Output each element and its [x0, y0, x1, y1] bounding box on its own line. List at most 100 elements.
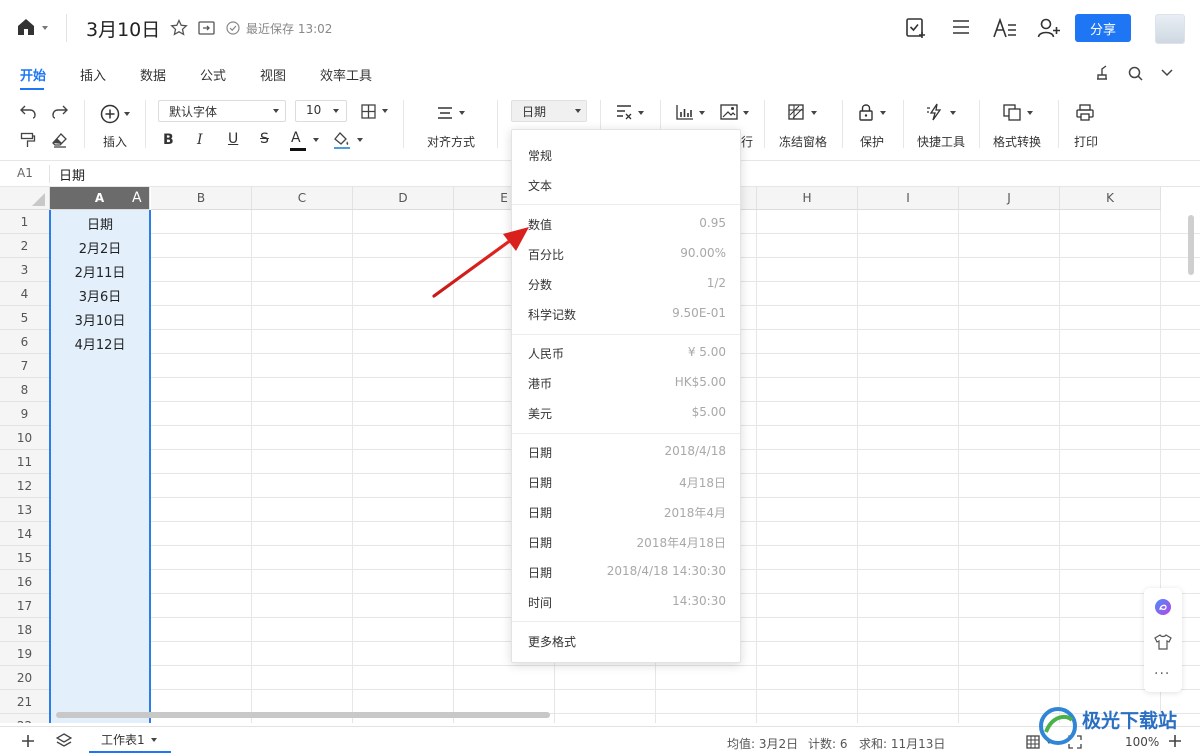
bold-icon[interactable]: B [163, 132, 174, 148]
chart-icon[interactable] [676, 104, 694, 120]
column-header-h[interactable]: H [757, 187, 858, 210]
font-name-caret-icon[interactable] [273, 109, 279, 113]
row-header-21[interactable]: 21 [0, 690, 50, 714]
chevron-down-icon[interactable] [1161, 69, 1173, 77]
row-header-16[interactable]: 16 [0, 570, 50, 594]
row-header-18[interactable]: 18 [0, 618, 50, 642]
font-size-select[interactable]: 10 [295, 100, 347, 122]
tab-efficiency-tools[interactable]: 效率工具 [320, 65, 372, 84]
border-icon[interactable] [361, 104, 376, 119]
quick-tools-caret-icon[interactable] [950, 111, 956, 115]
redo-icon[interactable] [52, 105, 68, 119]
ai-assistant-icon[interactable] [1154, 598, 1172, 616]
font-color-caret-icon[interactable] [313, 138, 319, 142]
row-header-4[interactable]: 4 [0, 282, 50, 306]
row-header-5[interactable]: 5 [0, 306, 50, 330]
menu-item-time[interactable]: 时间 14:30:30 [512, 587, 740, 617]
search-icon[interactable] [1128, 66, 1143, 81]
cell-a6[interactable]: 4月12日 [50, 334, 150, 353]
align-label[interactable]: 对齐方式 [427, 133, 475, 150]
tab-view[interactable]: 视图 [260, 65, 286, 84]
strikethrough-icon[interactable]: S [260, 131, 269, 147]
fill-color-caret-icon[interactable] [357, 138, 363, 142]
format-convert-icon[interactable] [1003, 104, 1021, 121]
column-header-d[interactable]: D [353, 187, 454, 210]
freeze-panes-caret-icon[interactable] [811, 111, 817, 115]
layers-icon[interactable] [56, 733, 72, 749]
more-options-icon[interactable]: ··· [1154, 666, 1170, 682]
row-header-22[interactable]: 22 [0, 714, 50, 723]
row-header-8[interactable]: 8 [0, 378, 50, 402]
format-convert-caret-icon[interactable] [1027, 111, 1033, 115]
menu-item-percent[interactable]: 百分比 90.00% [512, 239, 740, 269]
home-icon[interactable] [16, 17, 36, 37]
row-header-11[interactable]: 11 [0, 450, 50, 474]
add-sheet-icon[interactable] [21, 734, 35, 748]
chart-caret-icon[interactable] [699, 111, 705, 115]
insert-caret-icon[interactable] [124, 112, 130, 116]
column-header-b[interactable]: B [151, 187, 252, 210]
column-header-c[interactable]: C [252, 187, 353, 210]
format-convert-label[interactable]: 格式转换 [993, 133, 1041, 150]
print-label[interactable]: 打印 [1074, 133, 1098, 150]
lightning-icon[interactable] [926, 103, 944, 121]
conditional-format-icon[interactable] [616, 104, 632, 120]
task-check-icon[interactable] [905, 17, 927, 39]
menu-item-usd[interactable]: 美元 $5.00 [512, 398, 740, 428]
move-to-folder-icon[interactable] [198, 20, 215, 36]
protect-caret-icon[interactable] [880, 111, 886, 115]
select-all-corner[interactable] [0, 187, 50, 210]
align-caret-icon[interactable] [459, 111, 465, 115]
home-menu-caret-icon[interactable] [42, 26, 48, 30]
image-icon[interactable] [720, 104, 738, 120]
vertical-scrollbar[interactable] [1188, 215, 1194, 275]
menu-item-text[interactable]: 文本 [512, 170, 740, 200]
freeze-panes-label[interactable]: 冻结窗格 [779, 133, 827, 150]
format-painter-icon[interactable] [20, 132, 36, 148]
cell-reference[interactable]: A1 [17, 166, 33, 180]
font-name-select[interactable]: 默认字体 [158, 100, 286, 122]
row-header-12[interactable]: 12 [0, 474, 50, 498]
menu-item-datetime[interactable]: 日期 2018/4/18 14:30:30 [512, 557, 740, 587]
row-header-9[interactable]: 9 [0, 402, 50, 426]
row-header-17[interactable]: 17 [0, 594, 50, 618]
row-header-6[interactable]: 6 [0, 330, 50, 354]
menu-item-date-3[interactable]: 日期 2018年4月 [512, 497, 740, 527]
row-header-19[interactable]: 19 [0, 642, 50, 666]
column-header-k[interactable]: K [1060, 187, 1161, 210]
insert-label[interactable]: 插入 [103, 133, 127, 150]
cell-a3[interactable]: 2月11日 [50, 262, 150, 281]
menu-icon[interactable] [952, 19, 970, 35]
menu-item-cny[interactable]: 人民币 ¥ 5.00 [512, 338, 740, 368]
font-size-caret-icon[interactable] [333, 109, 339, 113]
row-header-10[interactable]: 10 [0, 426, 50, 450]
row-header-2[interactable]: 2 [0, 234, 50, 258]
quick-tools-label[interactable]: 快捷工具 [917, 133, 965, 150]
horizontal-scrollbar[interactable] [56, 712, 550, 718]
column-a-format-icon[interactable]: A [132, 190, 142, 206]
cell-a2[interactable]: 2月2日 [50, 238, 150, 257]
conditional-format-caret-icon[interactable] [638, 111, 644, 115]
image-caret-icon[interactable] [743, 111, 749, 115]
menu-item-general[interactable]: 常规 [512, 140, 740, 170]
menu-item-fraction[interactable]: 分数 1/2 [512, 269, 740, 299]
cell-a5[interactable]: 3月10日 [50, 310, 150, 329]
fill-color-icon[interactable] [333, 131, 351, 149]
formula-input[interactable]: 日期 [59, 165, 85, 184]
column-header-j[interactable]: J [959, 187, 1060, 210]
sheet-tab-caret-icon[interactable] [151, 738, 157, 742]
row-header-20[interactable]: 20 [0, 666, 50, 690]
row-header-3[interactable]: 3 [0, 258, 50, 282]
add-collaborator-icon[interactable] [1037, 17, 1061, 39]
menu-item-scientific[interactable]: 科学记数 9.50E-01 [512, 299, 740, 329]
border-caret-icon[interactable] [382, 109, 388, 113]
row-header-15[interactable]: 15 [0, 546, 50, 570]
share-button[interactable]: 分享 [1075, 14, 1131, 42]
row-header-1[interactable]: 1 [0, 210, 50, 234]
text-format-icon[interactable] [993, 17, 1017, 39]
italic-icon[interactable]: I [197, 132, 203, 148]
protect-label[interactable]: 保护 [860, 133, 884, 150]
menu-item-date-1[interactable]: 日期 2018/4/18 [512, 437, 740, 467]
row-header-14[interactable]: 14 [0, 522, 50, 546]
number-format-caret-icon[interactable] [575, 109, 581, 113]
